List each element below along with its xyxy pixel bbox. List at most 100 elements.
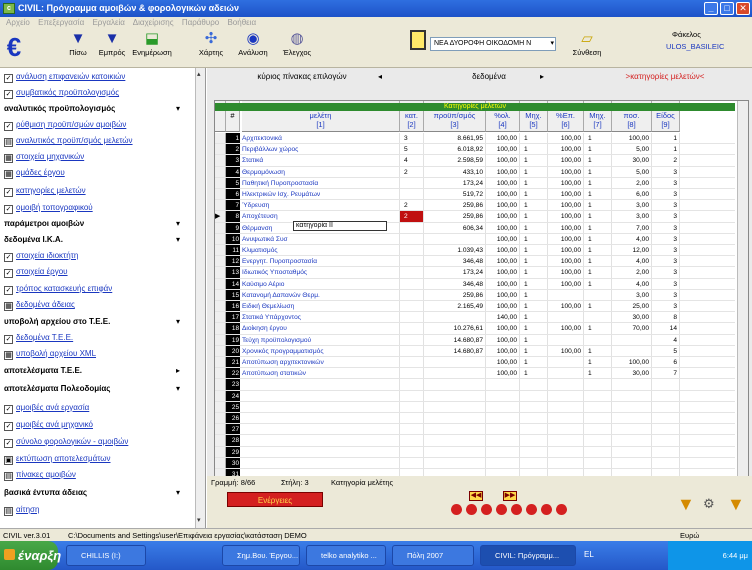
table-row[interactable]: 12 Ενεργητ. Πυροπροστασία 346,48 100,00 1 100…	[215, 256, 735, 268]
navigation-scrollbar[interactable]: ▴ ▾	[195, 68, 205, 528]
cell-eng2[interactable]	[584, 334, 612, 345]
cell-budget[interactable]: 1.039,43	[424, 245, 486, 256]
table-row[interactable]: 20 Χρονικός προγραμματισμός 14.680,87 100,0…	[215, 345, 735, 357]
cell-budget[interactable]: 259,86	[424, 289, 486, 300]
cell-pct2[interactable]: 100,00	[548, 222, 584, 233]
cell-pct2[interactable]	[548, 334, 584, 345]
section-header[interactable]: αποτελέσματα Πολεοδομίας ▾	[4, 384, 180, 400]
cell-eng2[interactable]: 1	[584, 267, 612, 278]
cell-eng2[interactable]: 1	[584, 245, 612, 256]
filter-down-icon[interactable]: ▼	[727, 494, 749, 514]
cell-pct2[interactable]: 100,00	[548, 200, 584, 211]
taskbar-item[interactable]: CHILLIS (I:)	[66, 545, 146, 566]
cell-study[interactable]: Τεύχη προϋπολογισμού	[242, 334, 400, 345]
cell-pct[interactable]: 100,00	[486, 256, 520, 267]
cell-pct[interactable]: 100,00	[486, 233, 520, 244]
nav-link[interactable]: ✓ ανάλυση επιφανειών κατοικιών	[4, 72, 125, 88]
cell-amt[interactable]	[612, 345, 652, 356]
cell-study[interactable]: Ύδρευση	[242, 200, 400, 211]
cell-eng2[interactable]: 1	[584, 222, 612, 233]
cell-budget[interactable]	[424, 357, 486, 368]
cell-eng2[interactable]: 1	[584, 357, 612, 368]
cell-eng[interactable]	[520, 401, 548, 412]
nav-link[interactable]: ▤ πίνακες αμοιβών	[4, 470, 76, 486]
row-indicator[interactable]: ▶	[215, 211, 226, 222]
row-indicator[interactable]	[215, 267, 226, 278]
cell-kind[interactable]	[652, 379, 680, 390]
grid-vertical-scrollbar[interactable]	[737, 101, 748, 513]
nav-link[interactable]: ▦ στοιχεία μηχανικών	[4, 152, 84, 168]
cell-pct2[interactable]	[548, 413, 584, 424]
cell-cat[interactable]	[400, 435, 424, 446]
row-indicator[interactable]	[215, 424, 226, 435]
cell-study[interactable]	[242, 401, 400, 412]
nav-link[interactable]: ▦ δεδομένα άδειας	[4, 300, 75, 316]
cell-pct[interactable]: 100,00	[486, 278, 520, 289]
table-row[interactable]: 29	[215, 446, 735, 458]
nav-link[interactable]: ✓ δεδομένα Τ.Ε.Ε.	[4, 333, 73, 349]
cell-cat[interactable]	[400, 379, 424, 390]
cell-pct2[interactable]: 100,00	[548, 144, 584, 155]
cell-pct[interactable]: 100,00	[486, 345, 520, 356]
cell-eng2[interactable]	[584, 446, 612, 457]
cell-kind[interactable]	[652, 446, 680, 457]
cell-cat[interactable]	[400, 424, 424, 435]
cell-pct[interactable]: 100,00	[486, 222, 520, 233]
cell-budget[interactable]	[424, 457, 486, 468]
table-row[interactable]: 5 Παθητική Πυροπροστασία 173,24 100,00 1 100,…	[215, 177, 735, 189]
cell-eng2[interactable]	[584, 312, 612, 323]
scroll-up-icon[interactable]: ▴	[197, 70, 201, 78]
cell-eng[interactable]: 1	[520, 267, 548, 278]
cell-pct2[interactable]	[548, 390, 584, 401]
cell-pct[interactable]	[486, 446, 520, 457]
row-indicator[interactable]	[215, 357, 226, 368]
cell-kind[interactable]: 5	[652, 345, 680, 356]
cell-cat[interactable]	[400, 334, 424, 345]
cell-amt[interactable]: 30,00	[612, 155, 652, 166]
cell-budget[interactable]: 259,86	[424, 211, 486, 222]
cell-pct[interactable]: 100,00	[486, 211, 520, 222]
actions-button[interactable]: Ενέργειες	[227, 492, 323, 507]
table-row[interactable]: 10 Ανυψωτικά Συσ 100,00 1 100,00 1 4,00 3	[215, 233, 735, 245]
cell-amt[interactable]	[612, 390, 652, 401]
cell-kind[interactable]: 3	[652, 177, 680, 188]
cell-cat[interactable]: 3	[400, 133, 424, 144]
cell-pct2[interactable]	[548, 435, 584, 446]
cell-kind[interactable]: 3	[652, 200, 680, 211]
update-button[interactable]: ⬓ Ενημέρωση	[132, 30, 172, 57]
cell-pct[interactable]: 100,00	[486, 267, 520, 278]
section-header[interactable]: δεδομένα Ι.Κ.Α. ▾	[4, 235, 180, 251]
cell-kind[interactable]	[652, 401, 680, 412]
taskbar-item-active[interactable]: CIVIL: Πρόγραμμ...	[480, 545, 576, 566]
nav-dot-icon[interactable]	[466, 504, 477, 515]
cell-kind[interactable]: 1	[652, 133, 680, 144]
cell-amt[interactable]: 70,00	[612, 323, 652, 334]
cell-pct2[interactable]	[548, 289, 584, 300]
cell-study[interactable]	[242, 435, 400, 446]
cell-pct[interactable]	[486, 390, 520, 401]
table-row[interactable]: 30	[215, 457, 735, 469]
cell-kind[interactable]: 3	[652, 211, 680, 222]
cell-eng2[interactable]	[584, 413, 612, 424]
cell-pct[interactable]	[486, 435, 520, 446]
cell-eng[interactable]: 1	[520, 312, 548, 323]
cell-study[interactable]: Στατικά	[242, 155, 400, 166]
cell-pct[interactable]	[486, 413, 520, 424]
table-row[interactable]: 19 Τεύχη προϋπολογισμού 14.680,87 100,00 1 4	[215, 334, 735, 346]
table-row[interactable]: 14 Καύσιμο Αέριο 346,48 100,00 1 100,00 1 4,00 3	[215, 278, 735, 290]
cell-eng[interactable]: 1	[520, 357, 548, 368]
cell-study[interactable]: Διοίκηση έργου	[242, 323, 400, 334]
cell-eng[interactable]: 1	[520, 345, 548, 356]
table-row[interactable]: 26	[215, 413, 735, 425]
cell-eng[interactable]: 1	[520, 233, 548, 244]
cell-pct2[interactable]	[548, 379, 584, 390]
cell-budget[interactable]: 346,48	[424, 256, 486, 267]
cell-pct2[interactable]	[548, 446, 584, 457]
cell-amt[interactable]: 30,00	[612, 368, 652, 379]
cell-eng2[interactable]: 1	[584, 155, 612, 166]
nav-link[interactable]: ✓ τρόπος κατασκευής επιφάν	[4, 284, 112, 300]
cell-amt[interactable]: 4,00	[612, 233, 652, 244]
cell-cat[interactable]	[400, 413, 424, 424]
settings-icon[interactable]: ⚙	[703, 496, 719, 512]
row-indicator[interactable]	[215, 233, 226, 244]
